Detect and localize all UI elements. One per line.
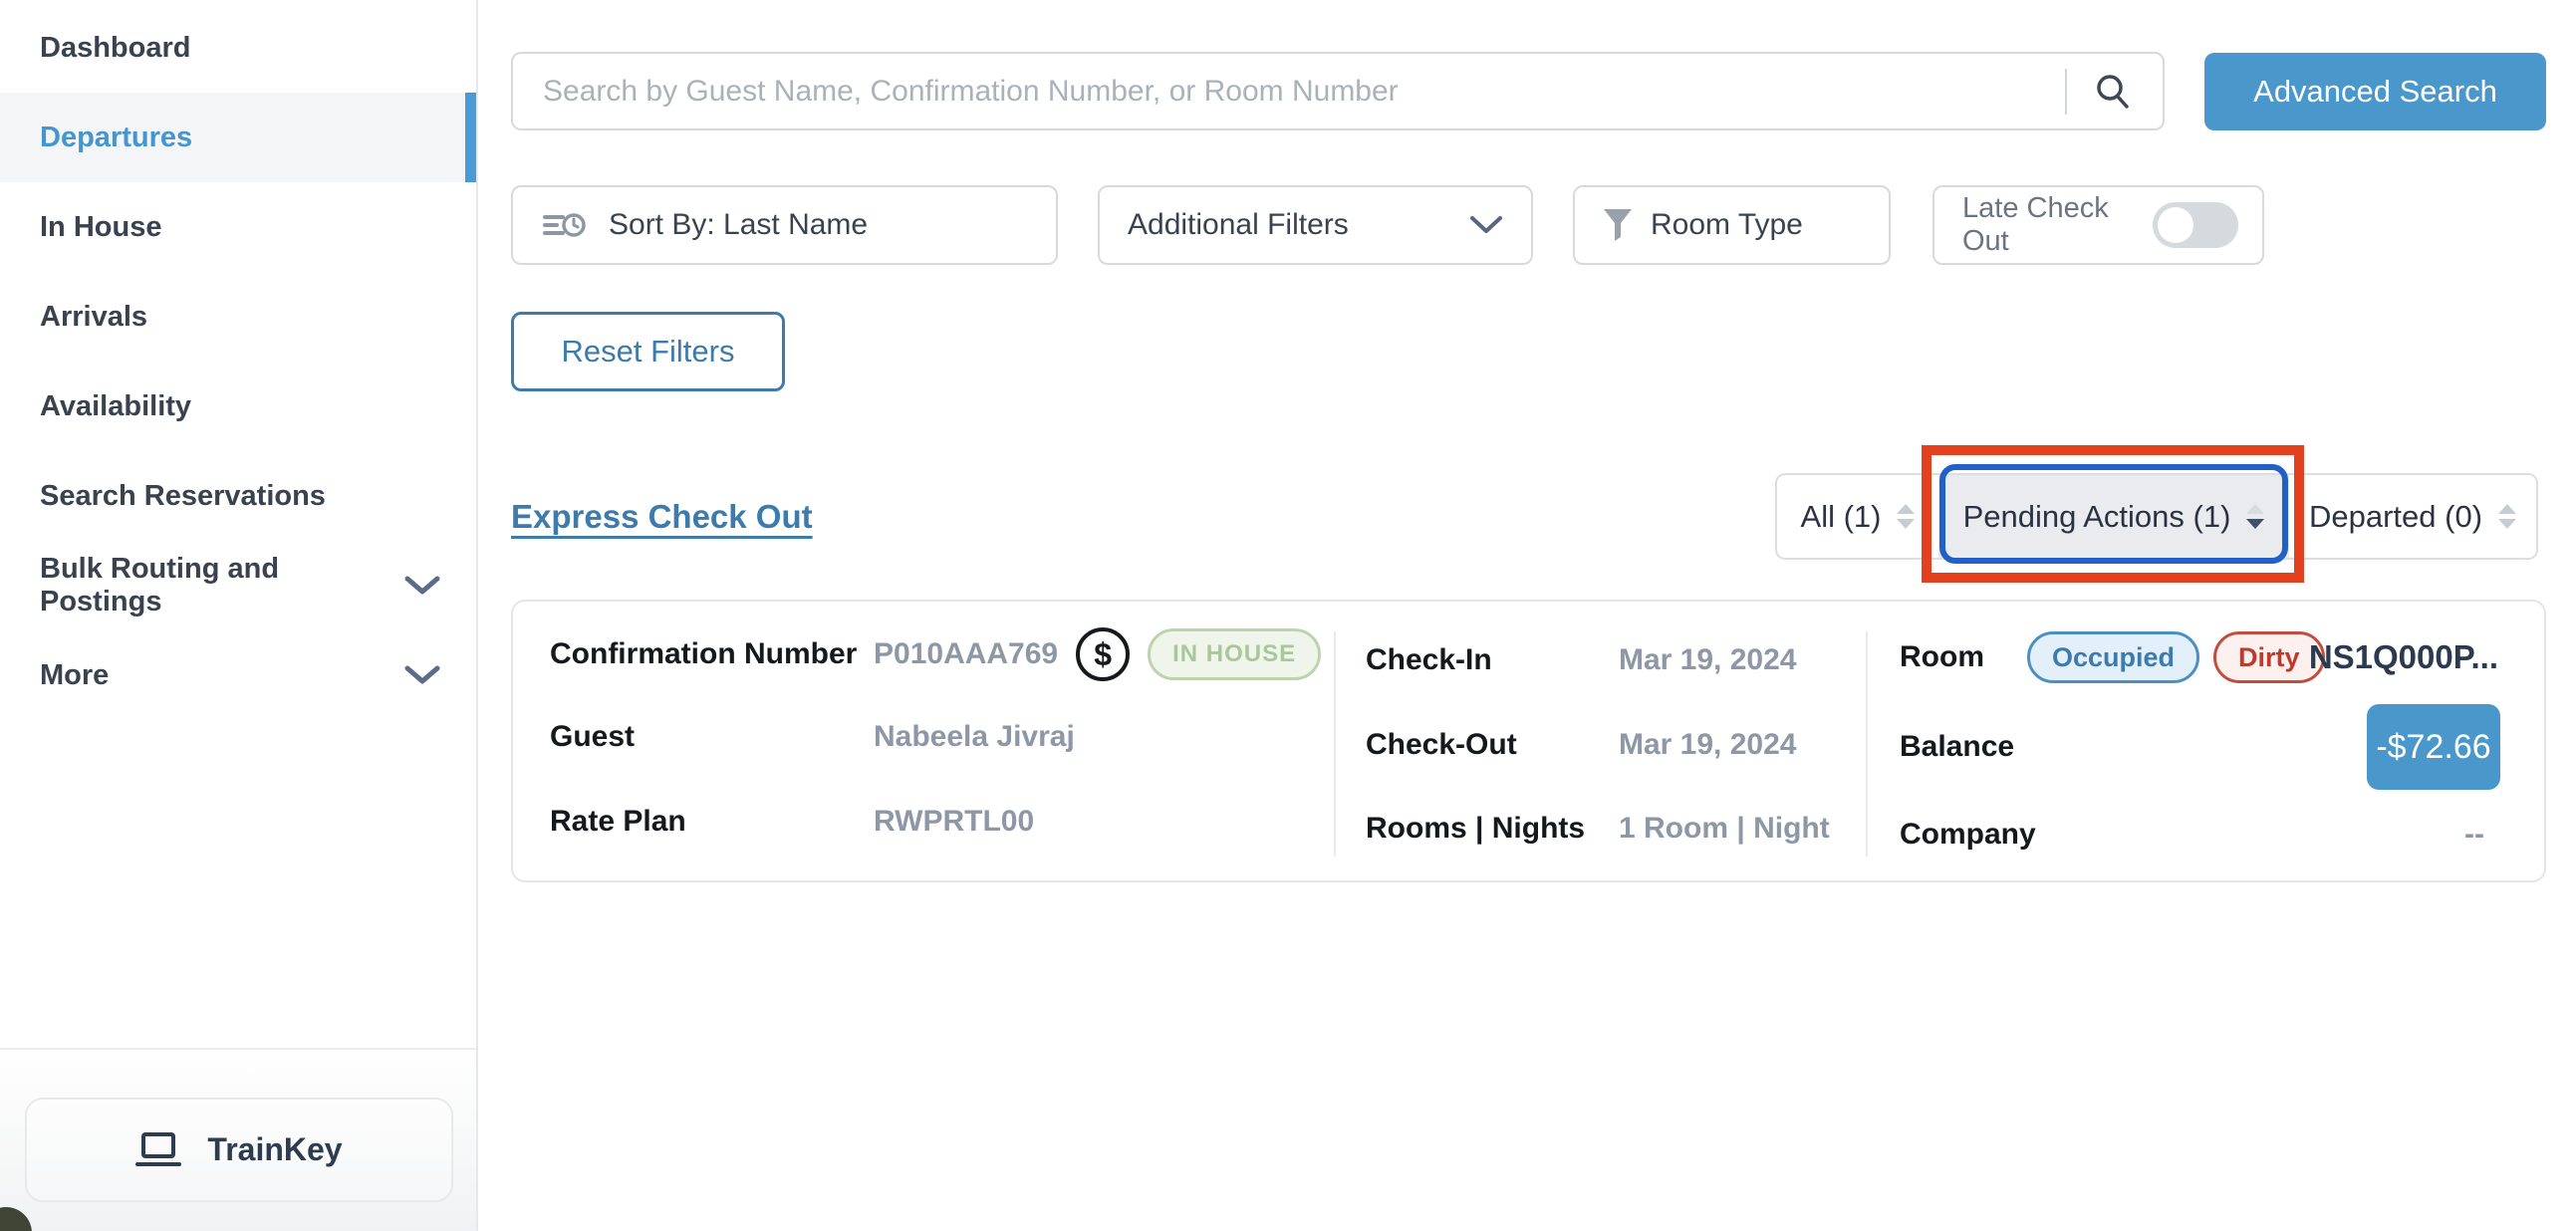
tab-all-label: All (1): [1801, 499, 1882, 535]
search-bar: [511, 52, 2165, 130]
guest-value: Nabeela Jivraj: [874, 720, 1075, 754]
search-input[interactable]: [541, 74, 2065, 110]
additional-filters-label: Additional Filters: [1128, 208, 1349, 242]
reset-filters-button[interactable]: Reset Filters: [511, 312, 785, 391]
dirty-badge: Dirty: [2213, 631, 2325, 683]
funnel-icon: [1603, 208, 1633, 242]
search-icon[interactable]: [2093, 72, 2133, 112]
guest-label: Guest: [550, 720, 635, 754]
sidebar-item-label: Search Reservations: [40, 480, 326, 513]
sidebar-item-label: Departures: [40, 122, 192, 154]
late-check-out-filter: Late Check Out: [1932, 185, 2264, 265]
sidebar-item-in-house[interactable]: In House: [0, 182, 476, 272]
sidebar-item-availability[interactable]: Availability: [0, 362, 476, 451]
sidebar-item-label: Availability: [40, 390, 191, 423]
occupied-badge: Occupied: [2027, 631, 2199, 683]
sidebar-nav: Dashboard Departures In House Arrivals A…: [0, 3, 476, 720]
search-divider: [2065, 69, 2067, 115]
sort-by-label: Sort By: Last Name: [609, 208, 868, 242]
chevron-down-icon: [404, 576, 440, 596]
additional-filters-dropdown[interactable]: Additional Filters: [1098, 185, 1533, 265]
card-divider: [1334, 631, 1336, 857]
balance-label: Balance: [1900, 730, 2014, 764]
chevron-down-icon: [404, 665, 440, 685]
check-out-value: Mar 19, 2024: [1619, 728, 1796, 762]
departures-tab-group: All (1) Pending Actions (1) Departed (0): [1775, 473, 2538, 560]
rate-plan-value: RWPRTL00: [874, 805, 1034, 839]
dollar-circle-icon[interactable]: $: [1076, 627, 1130, 681]
late-check-out-label: Late Check Out: [1962, 192, 2153, 258]
sidebar-item-arrivals[interactable]: Arrivals: [0, 272, 476, 362]
sort-by-dropdown[interactable]: Sort By: Last Name: [511, 185, 1058, 265]
advanced-search-button[interactable]: Advanced Search: [2204, 53, 2546, 130]
room-number-value: NS1Q000P...: [2309, 638, 2498, 676]
tab-all[interactable]: All (1): [1777, 475, 1938, 558]
sort-icon: [543, 207, 587, 243]
rate-plan-label: Rate Plan: [550, 805, 686, 839]
trainkey-button[interactable]: TrainKey: [25, 1098, 453, 1202]
sort-arrows-icon: [2246, 504, 2264, 529]
sidebar-divider: [0, 1048, 476, 1050]
sidebar-item-label: Arrivals: [40, 301, 147, 334]
reservation-card: Confirmation Number P010AAA769 $ IN HOUS…: [511, 600, 2546, 882]
sort-arrows-icon: [2498, 504, 2516, 529]
sidebar-item-label: In House: [40, 211, 161, 244]
balance-amount-chip[interactable]: -$72.66: [2367, 704, 2500, 790]
tab-pending-actions[interactable]: Pending Actions (1): [1938, 475, 2289, 558]
sidebar-item-label: Dashboard: [40, 32, 190, 65]
laptop-icon: [135, 1130, 181, 1170]
toggle-knob: [2158, 207, 2193, 243]
card-divider: [1866, 631, 1868, 857]
confirmation-number-value: P010AAA769: [874, 637, 1058, 671]
express-check-out-link[interactable]: Express Check Out: [511, 498, 813, 536]
tab-pending-actions-label: Pending Actions (1): [1963, 499, 2231, 535]
sidebar-item-dashboard[interactable]: Dashboard: [0, 3, 476, 93]
sort-arrows-icon: [1897, 504, 1915, 529]
in-house-status-badge: IN HOUSE: [1148, 628, 1321, 680]
room-type-filter[interactable]: Room Type: [1573, 185, 1891, 265]
check-out-label: Check-Out: [1366, 728, 1517, 762]
departures-page: Dashboard Departures In House Arrivals A…: [0, 0, 2576, 1231]
sidebar-item-bulk-routing[interactable]: Bulk Routing and Postings: [0, 541, 476, 630]
sidebar-item-label: Bulk Routing and Postings: [40, 553, 404, 618]
check-in-value: Mar 19, 2024: [1619, 643, 1796, 677]
sidebar-item-label: More: [40, 659, 109, 692]
sidebar: Dashboard Departures In House Arrivals A…: [0, 0, 478, 1231]
sidebar-item-departures[interactable]: Departures: [0, 93, 476, 182]
room-label: Room: [1900, 640, 1984, 674]
chevron-down-icon: [1469, 215, 1503, 235]
trainkey-label: TrainKey: [207, 1131, 342, 1168]
tab-departed-label: Departed (0): [2309, 499, 2482, 535]
late-check-out-toggle[interactable]: [2153, 202, 2238, 248]
confirmation-number-label: Confirmation Number: [550, 637, 857, 671]
sidebar-item-more[interactable]: More: [0, 630, 476, 720]
company-label: Company: [1900, 818, 2036, 852]
room-type-label: Room Type: [1651, 208, 1803, 242]
company-value: --: [2464, 818, 2484, 852]
check-in-label: Check-In: [1366, 643, 1492, 677]
sidebar-item-search-reservations[interactable]: Search Reservations: [0, 451, 476, 541]
rooms-nights-value: 1 Room | Night: [1619, 812, 1830, 846]
room-status-badges: Occupied Dirty: [2027, 631, 2325, 683]
tab-departed[interactable]: Departed (0): [2289, 475, 2536, 558]
rooms-nights-label: Rooms | Nights: [1366, 812, 1585, 846]
confirmation-number-row: P010AAA769 $ IN HOUSE: [874, 627, 1321, 681]
